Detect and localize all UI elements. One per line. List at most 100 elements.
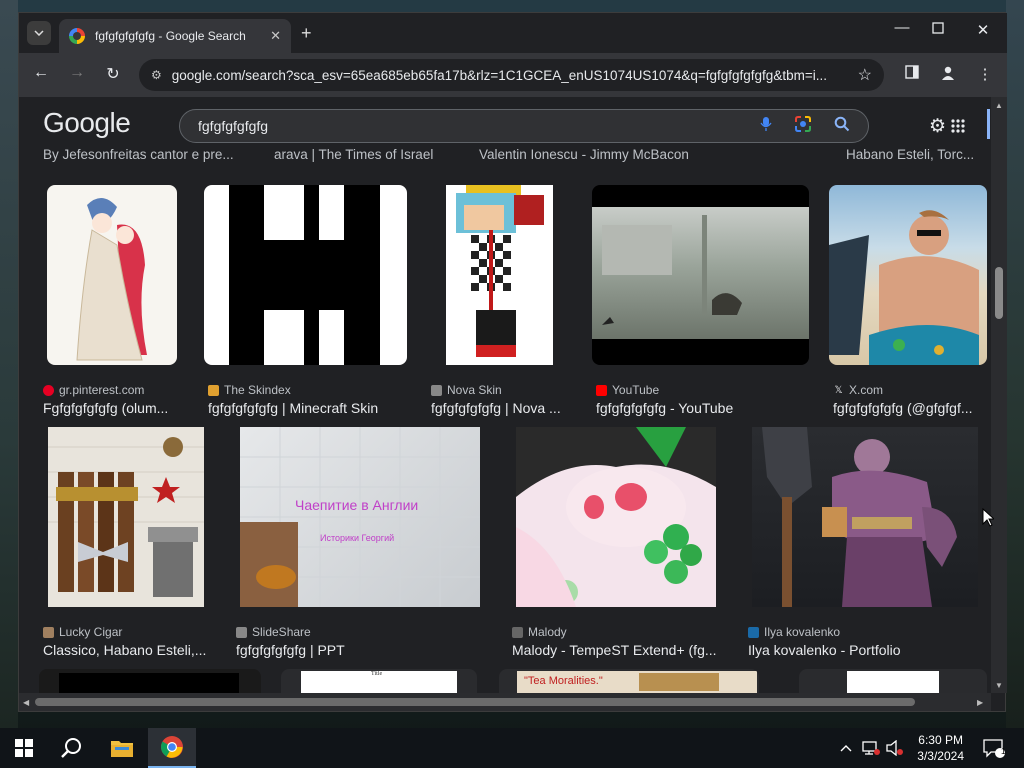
result-caption[interactable]: fgfgfgfgfgfg - YouTube [596,400,796,416]
system-clock[interactable]: 6:30 PM 3/3/2024 [917,732,964,764]
network-icon[interactable] [862,740,880,759]
chevron-down-icon [34,30,44,36]
horizontal-scrollbar[interactable]: ◀ ▶ [19,693,991,711]
google-lens-icon[interactable] [794,115,812,137]
microphone-icon[interactable] [760,116,772,136]
result-caption[interactable]: Valentin Ionescu - Jimmy McBacon [479,147,689,162]
result-caption[interactable]: Habano Esteli, Torc... [846,147,974,162]
result-caption[interactable]: Classico, Habano Esteli,... [43,642,213,658]
tea-title: "Tea Moralities." [524,675,603,687]
new-tab-icon[interactable]: + [301,23,312,44]
source-label: SlideShare [252,625,311,639]
maximize-icon[interactable] [923,21,953,38]
minimize-icon[interactable]: — [887,19,917,36]
search-taskbar-button[interactable] [48,728,96,768]
clock-time: 6:30 PM [918,733,963,747]
search-icon [61,738,81,758]
browser-toolbar: ← → ↻ ⚙ google.com/search?sca_esv=65ea68… [19,53,1007,97]
result-image-slideshare[interactable]: Чаепитие в Англии Историки Георгий [240,427,480,607]
result-image-youtube[interactable] [592,185,809,365]
scroll-up-icon[interactable]: ▲ [995,101,1003,110]
address-bar[interactable]: ⚙ google.com/search?sca_esv=65ea685eb65f… [139,59,884,91]
youtube-icon [596,384,607,396]
vertical-scrollbar[interactable]: ▲ ▼ [991,97,1007,693]
source-label: gr.pinterest.com [59,383,145,397]
result-caption[interactable]: fgfgfgfgfgfg (@gfgfgf... [833,400,985,416]
scroll-accent [987,109,990,139]
notifications-button[interactable]: 1 [978,728,1010,768]
mouse-cursor-icon [982,508,994,527]
result-caption[interactable]: fgfgfgfgfgfg | Nova ... [431,400,571,416]
close-window-icon[interactable]: ✕ [968,21,998,39]
result-image-partial[interactable] [799,669,987,693]
profile-icon[interactable] [937,65,959,85]
bookmark-star-icon[interactable]: ☆ [858,65,872,85]
vertical-scroll-thumb[interactable] [995,267,1003,319]
site-info-icon[interactable]: ⚙ [151,68,162,82]
result-source[interactable]: 𝕏 X.com [833,383,883,397]
scroll-left-icon[interactable]: ◀ [23,698,29,707]
result-source[interactable]: Malody [512,625,567,639]
settings-gear-icon[interactable]: ⚙ [929,115,946,138]
menu-kebab-icon[interactable]: ⋮ [974,65,996,83]
result-source[interactable]: The Skindex [208,383,291,397]
forward-icon[interactable]: → [65,64,89,82]
result-source[interactable]: YouTube [596,383,659,397]
file-explorer-button[interactable] [98,728,146,768]
result-image-x[interactable] [829,185,987,365]
result-image-malody[interactable] [516,427,716,607]
desktop-background-right [1006,0,1024,730]
result-caption[interactable]: fgfgfgfgfgfg | PPT [236,642,476,658]
result-image-skin[interactable] [204,185,407,365]
show-hidden-icons-chevron-icon[interactable] [840,740,852,755]
result-image-partial[interactable]: Title [281,669,477,693]
volume-muted-icon[interactable] [886,739,904,759]
windows-taskbar: 6:30 PM 3/3/2024 1 [0,728,1024,768]
url-text[interactable]: google.com/search?sca_esv=65ea685eb65fa1… [172,68,852,83]
source-label: X.com [849,383,884,397]
malody-icon [512,626,523,638]
reload-icon[interactable]: ↻ [101,64,125,84]
scroll-down-icon[interactable]: ▼ [995,681,1003,690]
result-source[interactable]: Lucky Cigar [43,625,122,639]
result-image-nova-skin[interactable] [446,185,553,365]
back-icon[interactable]: ← [29,64,53,82]
chrome-icon [161,736,183,758]
result-caption[interactable]: arava | The Times of Israel [274,147,433,162]
horizontal-scroll-thumb[interactable] [35,698,915,706]
result-source[interactable]: Ilya kovalenko [748,625,840,639]
google-logo[interactable]: Google [43,107,131,139]
result-caption[interactable]: By Jefesonfreitas cantor e pre... [43,147,234,162]
result-caption[interactable]: fgfgfgfgfgfg | Minecraft Skin [208,400,408,416]
result-image-anime[interactable] [47,185,177,365]
result-caption[interactable]: Fgfgfgfgfgfg (olum... [43,400,183,416]
result-caption[interactable]: Malody - TempeST Extend+ (fg... [512,642,722,658]
search-input[interactable]: fgfgfgfgfgfg [179,109,869,143]
source-label: Lucky Cigar [59,625,123,639]
search-icon[interactable] [834,116,850,136]
result-image-portfolio[interactable] [752,427,978,607]
chrome-window: fgfgfgfgfgfg - Google Search ✕ + — ✕ ← →… [18,12,1007,712]
result-source[interactable]: SlideShare [236,625,311,639]
start-button[interactable] [0,728,48,768]
folder-icon [111,741,133,757]
side-panel-icon[interactable] [901,65,923,83]
tab-bar: fgfgfgfgfgfg - Google Search ✕ + — ✕ [19,13,1007,53]
source-label: Nova Skin [447,383,502,397]
result-image-partial[interactable]: "Tea Moralities." [499,669,759,693]
source-label: YouTube [612,383,660,397]
result-source[interactable]: gr.pinterest.com [43,383,144,397]
tab-close-icon[interactable]: ✕ [270,28,281,44]
search-query[interactable]: fgfgfgfgfgfg [198,118,738,134]
tab-search-button[interactable] [27,21,51,45]
apps-grid-icon[interactable] [951,117,965,139]
result-source[interactable]: Nova Skin [431,383,502,397]
nova-skin-icon [431,384,442,396]
scroll-right-icon[interactable]: ▶ [977,698,983,707]
previous-row: By Jefesonfreitas cantor e pre... arava … [19,147,991,162]
result-image-partial[interactable] [39,669,261,693]
result-caption[interactable]: Ilya kovalenko - Portfolio [748,642,968,658]
tab-active[interactable]: fgfgfgfgfgfg - Google Search ✕ [59,19,291,53]
result-image-lucky-cigar[interactable] [48,427,204,607]
chrome-taskbar-button[interactable] [148,728,196,768]
